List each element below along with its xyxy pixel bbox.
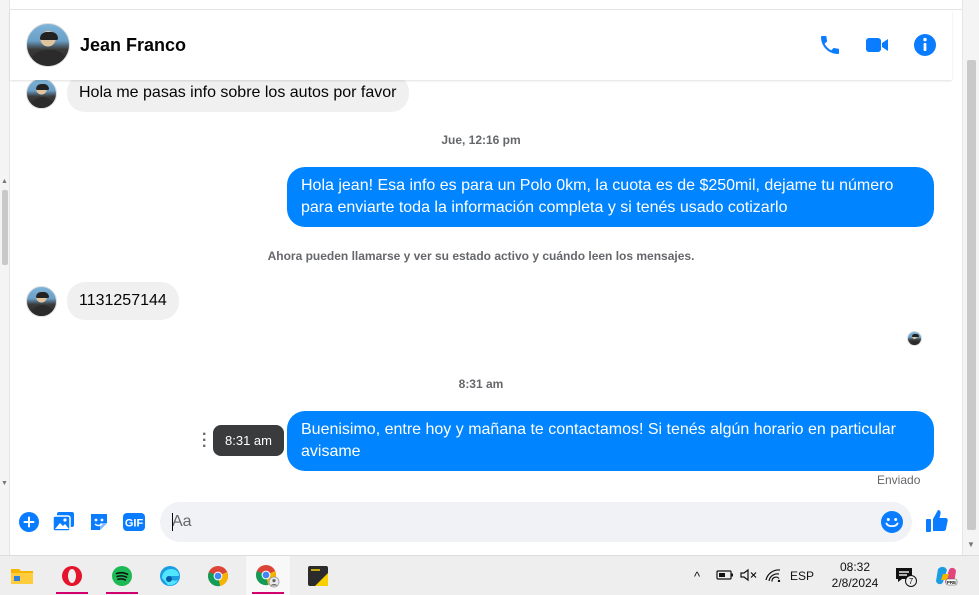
contact-avatar[interactable] — [26, 23, 70, 67]
add-plus-icon[interactable] — [18, 511, 40, 533]
right-scrollbar[interactable]: ▼ — [962, 0, 979, 555]
input-language[interactable]: ESP — [790, 569, 814, 583]
outgoing-message-line: Hola jean! Esa info es para un Polo 0km,… — [301, 177, 894, 194]
incoming-message-bubble[interactable]: Hola me pasas info sobre los autos por f… — [67, 80, 409, 112]
gif-icon[interactable]: GIF — [122, 512, 146, 532]
battery-icon[interactable] — [716, 568, 734, 585]
emoji-icon[interactable] — [880, 510, 904, 539]
scroll-down-arrow-icon[interactable]: ▼ — [967, 540, 975, 549]
contact-name[interactable]: Jean Franco — [80, 35, 186, 56]
notification-count: 7 — [909, 577, 914, 586]
more-options-icon[interactable]: · · · — [202, 427, 207, 455]
file-explorer-icon[interactable] — [0, 556, 44, 595]
gif-label: GIF — [125, 518, 144, 530]
sender-avatar[interactable] — [26, 80, 57, 109]
spotify-icon[interactable] — [100, 556, 144, 595]
sticky-notes-icon[interactable] — [296, 556, 340, 595]
right-scroll-thumb[interactable] — [967, 60, 976, 530]
outgoing-message-row: Buenisimo, entre hoy y mañana te contact… — [287, 411, 934, 471]
info-icon[interactable] — [912, 32, 938, 58]
read-receipt-avatar — [907, 331, 922, 346]
incoming-message-bubble[interactable]: 1131257144 — [67, 282, 179, 320]
clock-date: 2/8/2024 — [831, 576, 879, 590]
incoming-message-row: Hola me pasas info sobre los autos por f… — [26, 80, 409, 112]
message-thread[interactable]: Hola me pasas info sobre los autos por f… — [10, 80, 952, 490]
thumbs-up-icon[interactable] — [924, 508, 950, 539]
incoming-message-row: 1131257144 — [26, 282, 179, 320]
left-scroll-thumb[interactable] — [2, 190, 8, 265]
wifi-icon[interactable] — [764, 568, 782, 585]
delivery-status: Enviado — [877, 473, 921, 487]
conversation-header: Jean Franco — [10, 10, 952, 80]
volume-muted-icon[interactable] — [740, 568, 758, 585]
text-caret — [172, 513, 173, 531]
composer-tools: GIF — [18, 511, 146, 533]
time-tooltip: 8:31 am — [213, 425, 284, 456]
sticker-icon[interactable] — [88, 511, 110, 533]
message-timestamp: 8:31 am — [458, 377, 504, 391]
outgoing-message-line: avisame — [301, 443, 361, 460]
outgoing-message-row: Hola jean! Esa info es para un Polo 0km,… — [287, 167, 934, 227]
scroll-up-arrow-icon[interactable]: ▲ — [1, 178, 8, 185]
chrome-profile-app-icon[interactable] — [246, 556, 290, 595]
message-timestamp: Jue, 12:16 pm — [441, 133, 521, 147]
sender-avatar[interactable] — [26, 285, 57, 317]
left-scrollbar[interactable]: ▲ ▼ — [0, 0, 10, 555]
svg-text:PRE: PRE — [947, 580, 956, 585]
outgoing-message-line: Buenisimo, entre hoy y mañana te contact… — [301, 421, 896, 438]
outgoing-message-bubble[interactable]: Buenisimo, entre hoy y mañana te contact… — [287, 411, 934, 471]
chrome-browser-icon[interactable] — [196, 556, 240, 595]
outgoing-message-bubble[interactable]: Hola jean! Esa info es para un Polo 0km,… — [287, 167, 934, 227]
notifications-icon[interactable]: 7 — [886, 556, 926, 595]
gallery-icon[interactable] — [52, 511, 76, 533]
system-notice: Ahora pueden llamarse y ver su estado ac… — [267, 249, 695, 263]
header-actions — [818, 32, 938, 58]
system-tray: ^ ESP — [694, 556, 814, 595]
messenger-window: ▲ ▼ Jean Franco Hola me pasas info sobre… — [0, 0, 979, 595]
clock-time: 08:32 — [839, 560, 871, 574]
scroll-down-arrow-icon[interactable]: ▼ — [1, 480, 8, 487]
system-clock[interactable]: 08:32 2/8/2024 — [826, 559, 884, 591]
outgoing-message-line: para enviarte toda la información comple… — [301, 199, 788, 216]
message-input[interactable] — [172, 513, 852, 531]
top-strip — [10, 0, 962, 10]
chevron-up-icon[interactable]: ^ — [694, 569, 710, 584]
edge-browser-icon[interactable] — [148, 556, 192, 595]
phone-call-icon[interactable] — [818, 33, 842, 57]
video-call-icon[interactable] — [864, 33, 890, 57]
message-composer: GIF — [10, 496, 962, 548]
windows-taskbar: ^ ESP 08:32 2/8/2024 7 PRE — [0, 555, 979, 595]
opera-browser-icon[interactable] — [50, 556, 94, 595]
copilot-icon[interactable]: PRE — [926, 556, 966, 595]
message-input-box[interactable] — [160, 502, 912, 542]
